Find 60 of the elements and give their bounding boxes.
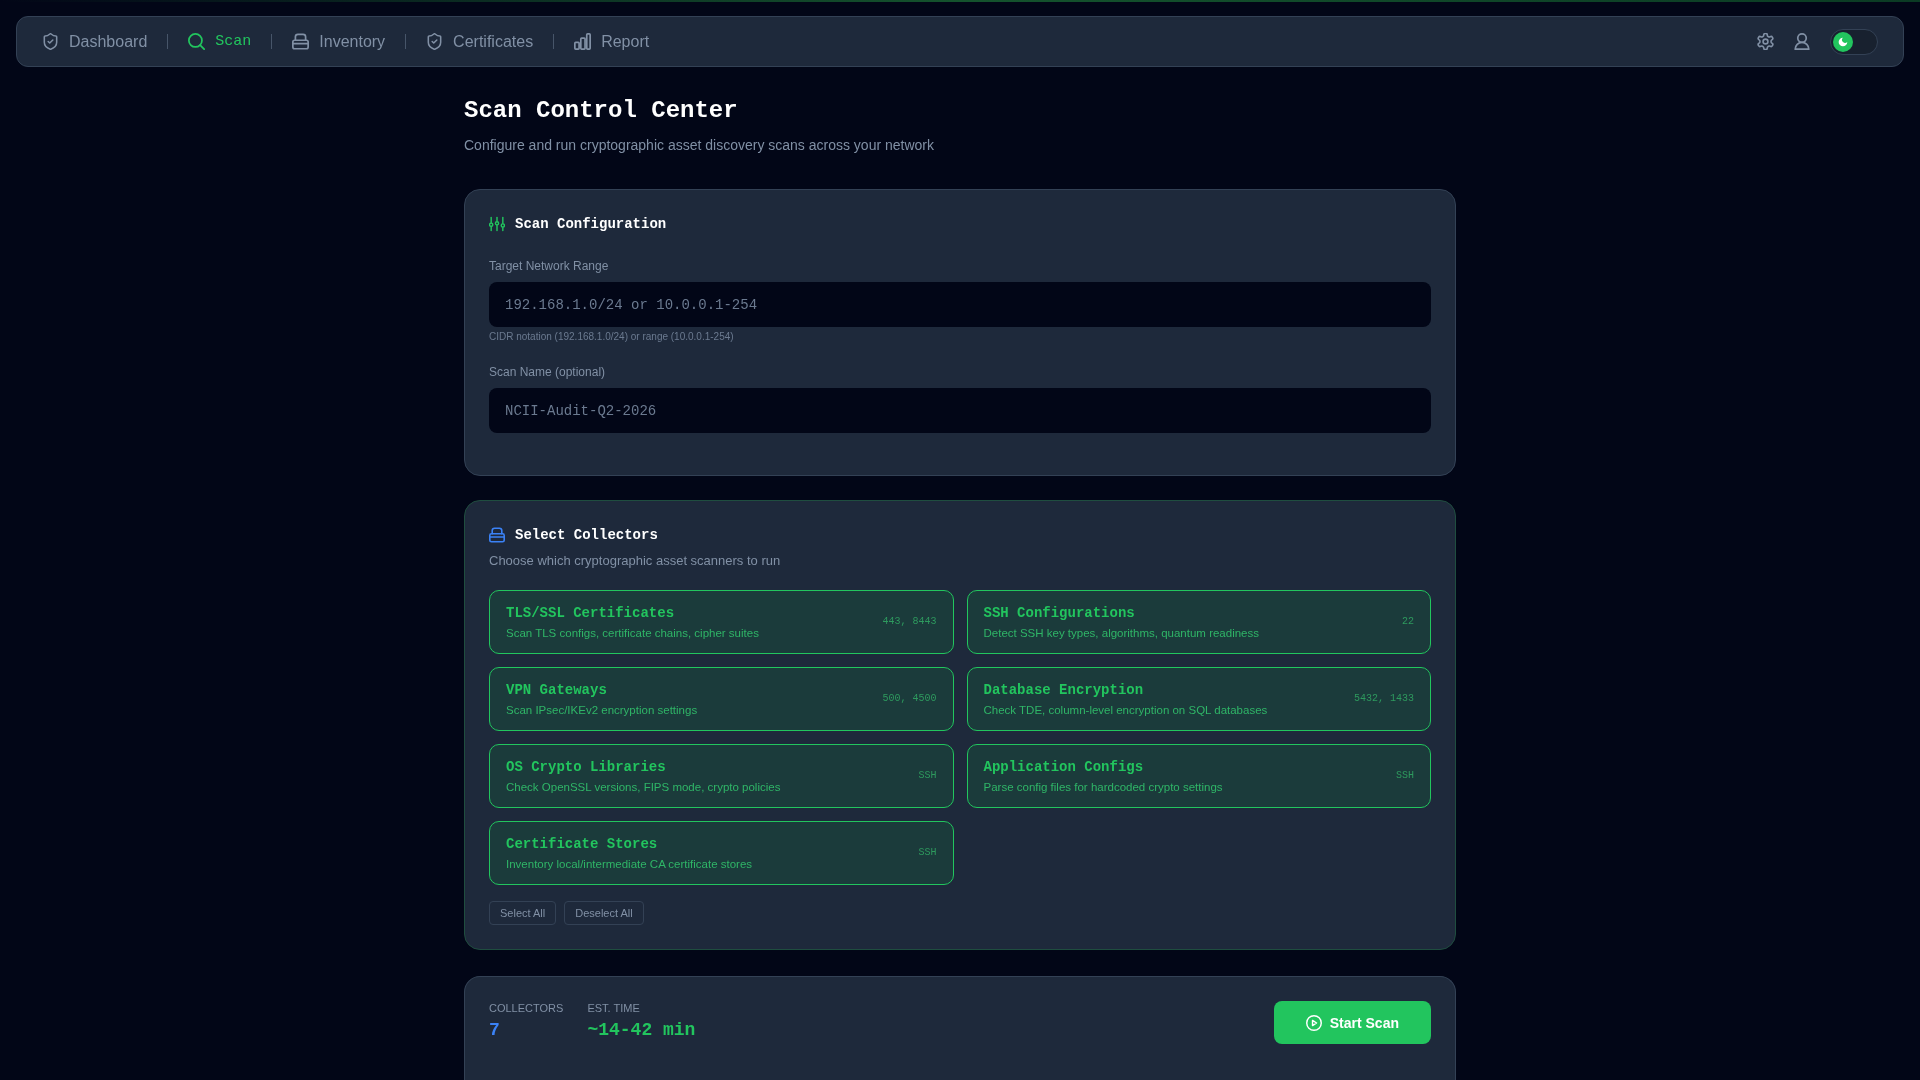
collector-card[interactable]: Certificate Stores Inventory local/intermediate CA certificate stores SSH	[489, 821, 954, 885]
collector-title: Database Encryption	[983, 680, 1145, 699]
page-subtitle: Configure and run cryptographic asset discovery scans across your network	[464, 136, 935, 155]
settings-icon[interactable]	[1757, 33, 1774, 50]
stat-label: COLLECTORS	[489, 1001, 564, 1015]
collector-title: SSH Configurations	[983, 603, 1136, 622]
play-circle-icon	[1305, 1014, 1322, 1031]
nav-tab[interactable]: Certificates	[426, 31, 534, 52]
collector-card[interactable]: TLS/SSL Certificates Scan TLS configs, certificate chains, cipher suites 443, 8443	[489, 590, 954, 654]
collector-card[interactable]: Application Configs Parse config files for hardcoded crypto settings SSH	[966, 744, 1431, 808]
collector-description: Detect SSH key types, algorithms, quantum readiness	[983, 625, 1259, 641]
collector-description: Scan TLS configs, certificate chains, cipher suites	[506, 625, 759, 641]
shield-check-icon	[426, 33, 444, 50]
port-tag: 500, 4500	[882, 691, 937, 707]
collector-title: TLS/SSL Certificates	[506, 603, 676, 622]
port-tag: SSH	[918, 768, 937, 784]
port-tag: 5432, 1433	[1354, 691, 1414, 707]
collector-description: Check OpenSSL versions, FIPS mode, crypto policies	[506, 779, 781, 795]
collector-title: Certificate Stores	[506, 834, 659, 853]
theme-toggle[interactable]	[1830, 28, 1878, 55]
shield-check-icon	[42, 33, 59, 50]
collector-title: OS Crypto Libraries	[506, 757, 667, 776]
storage-box-icon	[489, 527, 505, 543]
stat-value: 7	[489, 1019, 501, 1042]
deselect-all-button[interactable]: Deselect All	[564, 901, 644, 925]
collector-description: Scan IPsec/IKEv2 encryption settings	[506, 702, 698, 718]
field-label: Scan Name (optional)	[489, 364, 607, 380]
collector-card[interactable]: SSH Configurations Detect SSH key types, algorithms, quantum readiness 22	[966, 590, 1431, 654]
port-tag: 443, 8443	[882, 614, 937, 630]
nav-tab[interactable]: Report	[574, 31, 650, 52]
field-label: Target Network Range	[489, 258, 610, 274]
section-title: Scan Configuration	[515, 215, 667, 234]
user-icon[interactable]	[1794, 33, 1810, 50]
section-subtitle: Choose which cryptographic asset scanners to run	[489, 552, 782, 570]
nav-tab[interactable]: Scan	[188, 31, 252, 52]
collector-card[interactable]: VPN Gateways Scan IPsec/IKEv2 encryption settings 500, 4500	[489, 667, 954, 731]
section-title: Select Collectors	[515, 526, 658, 545]
input-field[interactable]: 192.168.1.0/24 or 10.0.0.1-254	[489, 282, 1431, 327]
hint-text: CIDR notation (192.168.1.0/24) or range (10.0.0.1-254)	[489, 330, 735, 344]
port-tag: SSH	[1396, 768, 1414, 784]
nav-tab[interactable]: Dashboard	[42, 31, 148, 52]
collector-description: Inventory local/intermediate CA certificate stores	[506, 856, 753, 872]
bar-chart-icon	[574, 33, 592, 50]
sliders-icon	[489, 216, 505, 232]
collector-title: VPN Gateways	[506, 680, 608, 699]
select-all-button[interactable]: Select All	[489, 901, 557, 925]
stat-label: EST. TIME	[587, 1001, 641, 1015]
collector-title: Application Configs	[983, 757, 1145, 776]
storage-box-icon	[292, 33, 310, 50]
nav-tab[interactable]: Inventory	[292, 31, 386, 52]
port-tag: SSH	[918, 845, 937, 861]
search-icon	[188, 33, 206, 50]
port-tag: 22	[1402, 614, 1414, 630]
collector-card[interactable]: OS Crypto Libraries Check OpenSSL versions, FIPS mode, crypto policies SSH	[489, 744, 954, 808]
page-title: Scan Control Center	[464, 96, 739, 126]
collector-card[interactable]: Database Encryption Check TDE, column-level encryption on SQL databases 5432, 1433	[966, 667, 1431, 731]
input-field[interactable]: NCII-Audit-Q2-2026	[489, 388, 1431, 433]
collector-description: Parse config files for hardcoded crypto settings	[983, 779, 1223, 795]
stat-value: ~14-42 min	[587, 1019, 696, 1042]
collector-description: Check TDE, column-level encryption on SQL databases	[983, 702, 1268, 718]
